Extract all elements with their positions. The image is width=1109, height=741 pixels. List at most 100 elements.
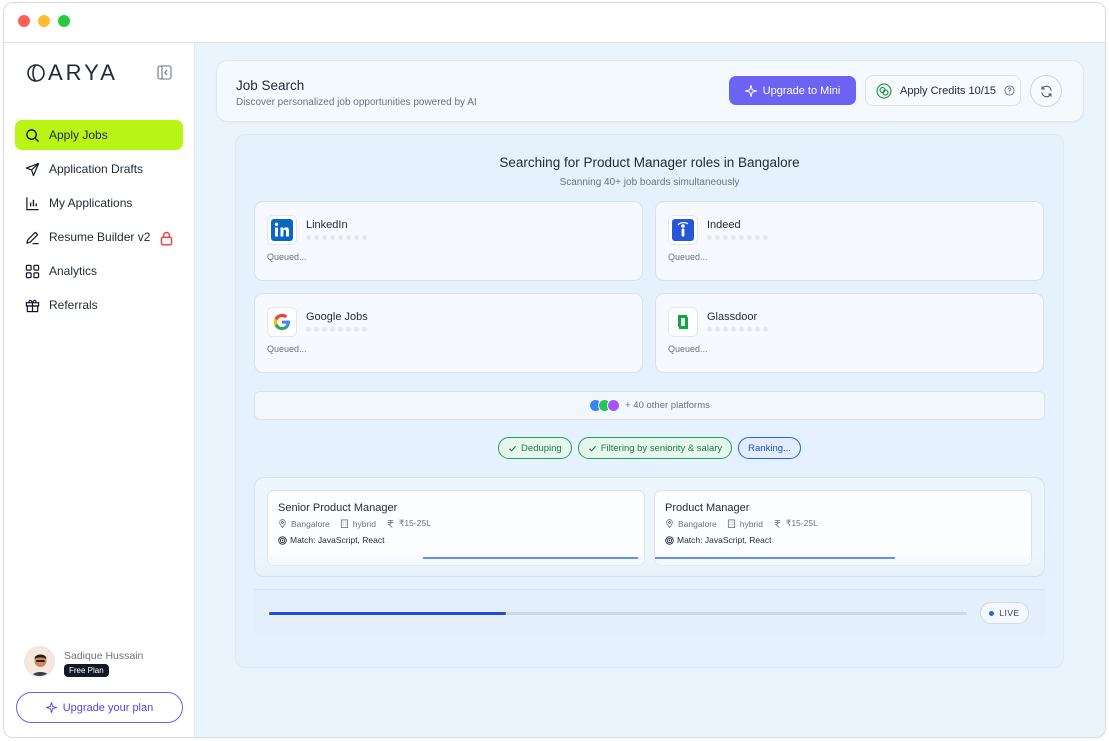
- user-name: Sadique Hussain: [64, 650, 144, 662]
- upgrade-to-mini-label: Upgrade to Mini: [762, 84, 841, 97]
- page-title: Job Search: [236, 78, 305, 93]
- bar-chart-icon: [26, 196, 39, 210]
- upgrade-to-mini-button[interactable]: Upgrade to Mini: [729, 76, 856, 105]
- job-card[interactable]: Senior Product Manager Bangalore hybrid: [267, 490, 645, 566]
- minimize-window-button[interactable]: [38, 15, 50, 27]
- search-title: Searching for Product Manager roles in B…: [499, 155, 800, 170]
- sidebar-item-my-applications[interactable]: My Applications: [15, 188, 183, 218]
- maximize-window-button[interactable]: [58, 15, 70, 27]
- board-name: Indeed: [707, 219, 741, 231]
- plan-badge: Free Plan: [64, 664, 109, 677]
- sidebar-item-apply-jobs[interactable]: Apply Jobs: [15, 120, 183, 150]
- main-content: Job Search Discover personalized job opp…: [195, 43, 1105, 737]
- help-icon[interactable]: [1004, 85, 1015, 96]
- job-match: Match: JavaScript, React: [278, 535, 384, 545]
- job-board-card-indeed: Indeed Queued...: [655, 201, 1044, 281]
- check-icon: [509, 445, 517, 452]
- job-mode: hybrid: [727, 519, 763, 529]
- other-platforms-bar: + 40 other platforms: [254, 391, 1045, 420]
- progress-footer: LIVE: [254, 589, 1045, 635]
- send-icon: [25, 162, 40, 176]
- board-name: Glassdoor: [707, 311, 758, 323]
- sidebar-item-label: Resume Builder v2: [49, 230, 151, 244]
- close-window-button[interactable]: [18, 15, 30, 27]
- sidebar-item-application-drafts[interactable]: Application Drafts: [15, 154, 183, 184]
- logo[interactable]: ARYA: [26, 60, 118, 85]
- sparkle-icon: [744, 84, 757, 97]
- step-label: Ranking...: [748, 442, 791, 454]
- job-match: Match: JavaScript, React: [665, 535, 771, 545]
- board-status: Queued...: [267, 252, 307, 262]
- rupee-icon: [774, 519, 781, 528]
- refresh-icon: [1040, 85, 1052, 97]
- board-status: Queued...: [668, 344, 708, 354]
- sidebar-item-resume-builder[interactable]: Resume Builder v2: [15, 222, 183, 252]
- collapse-sidebar-icon[interactable]: [157, 65, 172, 80]
- location-pin-icon: [279, 519, 286, 528]
- board-progress-dots: [306, 235, 367, 240]
- job-salary-text: ₹15-25L: [398, 518, 431, 528]
- step-pill-ranking: Ranking...: [738, 437, 801, 459]
- platform-avatar: [607, 399, 621, 412]
- job-board-card-linkedin: LinkedIn Queued...: [254, 201, 643, 281]
- job-mode-text: hybrid: [352, 518, 376, 529]
- target-icon: [278, 535, 287, 545]
- job-location-text: Bangalore: [291, 518, 330, 529]
- page-subtitle: Discover personalized job opportunities …: [236, 97, 477, 108]
- job-card[interactable]: Product Manager Bangalore hybrid ₹15-25L…: [654, 490, 1032, 566]
- linkedin-icon: [271, 219, 293, 241]
- search-progress-fill: [269, 612, 507, 615]
- live-badge: LIVE: [980, 602, 1029, 624]
- lock-icon: [160, 231, 173, 246]
- apply-credits-label: Apply Credits 10/15: [900, 84, 996, 97]
- pipeline-steps: Deduping Filtering by seniority & salary…: [236, 437, 1063, 459]
- step-pill-deduping: Deduping: [498, 437, 572, 459]
- job-results-preview: Senior Product Manager Bangalore hybrid: [254, 477, 1045, 577]
- job-mode: hybrid: [340, 519, 376, 529]
- step-label: Deduping: [521, 442, 562, 454]
- coins-icon: [876, 83, 892, 98]
- avatar: [24, 646, 55, 677]
- user-profile[interactable]: Sadique Hussain Free Plan: [24, 646, 184, 678]
- job-board-card-google-jobs: Google Jobs Queued...: [254, 293, 643, 373]
- job-match-text: Match: JavaScript, React: [290, 535, 385, 545]
- sparkle-icon: [45, 702, 57, 713]
- sidebar-item-label: Apply Jobs: [49, 128, 108, 142]
- sidebar-item-analytics[interactable]: Analytics: [15, 256, 183, 286]
- sidebar-item-label: Application Drafts: [49, 162, 144, 176]
- apply-credits-button[interactable]: Apply Credits 10/15: [865, 75, 1021, 106]
- job-location: Bangalore: [665, 519, 717, 529]
- other-platforms-label: + 40 other platforms: [625, 400, 710, 411]
- job-mode-text: hybrid: [739, 518, 763, 529]
- step-label: Filtering by seniority & salary: [600, 442, 723, 454]
- board-name: LinkedIn: [306, 219, 348, 231]
- sidebar-item-label: My Applications: [49, 196, 133, 210]
- user-avatar-icon: [25, 647, 54, 676]
- job-location: Bangalore: [278, 519, 330, 529]
- building-icon: [727, 519, 735, 528]
- search-subtitle: Scanning 40+ job boards simultaneously: [559, 177, 740, 188]
- upgrade-plan-label: Upgrade your plan: [62, 701, 154, 714]
- job-salary: ₹15-25L: [386, 518, 431, 529]
- building-icon: [340, 519, 348, 528]
- glassdoor-icon: [678, 315, 688, 329]
- job-location-text: Bangalore: [678, 518, 717, 529]
- refresh-button[interactable]: [1030, 75, 1062, 107]
- job-meta: Bangalore hybrid ₹15-25L: [665, 518, 828, 529]
- location-pin-icon: [666, 519, 673, 528]
- board-logo: [267, 307, 297, 337]
- app-window: ARYA Apply Jobs Application Drafts My Ap…: [3, 2, 1106, 738]
- board-logo: [668, 307, 698, 337]
- sidebar-item-label: Referrals: [49, 298, 98, 312]
- search-progress-panel: Searching for Product Manager roles in B…: [235, 134, 1064, 668]
- job-meta: Bangalore hybrid ₹15-25L: [278, 518, 441, 529]
- sidebar-item-referrals[interactable]: Referrals: [15, 290, 183, 320]
- logo-icon: [27, 64, 45, 82]
- indeed-icon: [672, 219, 694, 241]
- sidebar-nav: Apply Jobs Application Drafts My Applica…: [15, 120, 183, 324]
- job-salary-text: ₹15-25L: [785, 518, 818, 528]
- job-title: Senior Product Manager: [278, 502, 398, 514]
- upgrade-plan-button[interactable]: Upgrade your plan: [16, 692, 183, 723]
- target-icon: [665, 535, 674, 545]
- page-header: Job Search Discover personalized job opp…: [216, 60, 1084, 122]
